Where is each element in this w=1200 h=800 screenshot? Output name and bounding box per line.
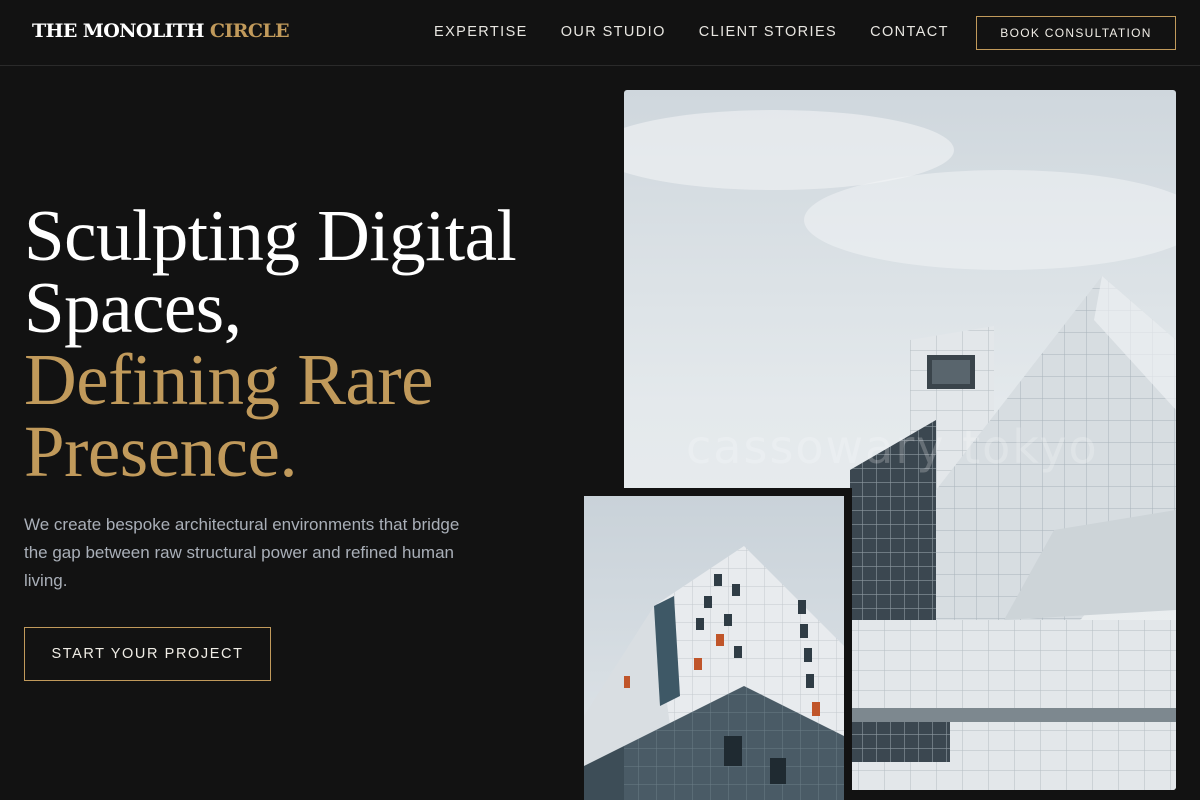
headline-line-1: Sculpting Digital bbox=[24, 195, 517, 276]
image-watermark: cassowary tokyo bbox=[686, 420, 1099, 474]
hero-image-small bbox=[584, 496, 844, 800]
main-nav: EXPERTISE OUR STUDIO CLIENT STORIES CONT… bbox=[434, 24, 982, 40]
logo-accent-text: CIRCLE bbox=[209, 20, 290, 42]
site-header: THE MONOLITH CIRCLE EXPERTISE OUR STUDIO… bbox=[0, 0, 1200, 66]
building-illustration-small bbox=[584, 546, 844, 800]
headline-line-4: Presence. bbox=[24, 411, 298, 492]
headline-line-2: Spaces, bbox=[24, 267, 242, 348]
nav-link-expertise[interactable]: EXPERTISE bbox=[434, 24, 528, 40]
book-consultation-button[interactable]: BOOK CONSULTATION bbox=[976, 16, 1176, 50]
site-logo[interactable]: THE MONOLITH CIRCLE bbox=[32, 20, 290, 42]
hero-headline: Sculpting Digital Spaces, Defining Rare … bbox=[24, 195, 604, 492]
nav-link-our-studio[interactable]: OUR STUDIO bbox=[561, 24, 666, 40]
nav-link-client-stories[interactable]: CLIENT STORIES bbox=[699, 24, 837, 40]
hero-subtext: We create bespoke architectural environm… bbox=[24, 515, 460, 590]
logo-main-text: THE MONOLITH bbox=[32, 20, 204, 42]
headline-line-3: Defining Rare bbox=[24, 339, 434, 420]
page: THE MONOLITH CIRCLE EXPERTISE OUR STUDIO… bbox=[0, 0, 1200, 800]
nav-link-contact[interactable]: CONTACT bbox=[870, 24, 949, 40]
start-project-button[interactable]: START YOUR PROJECT bbox=[24, 627, 271, 681]
